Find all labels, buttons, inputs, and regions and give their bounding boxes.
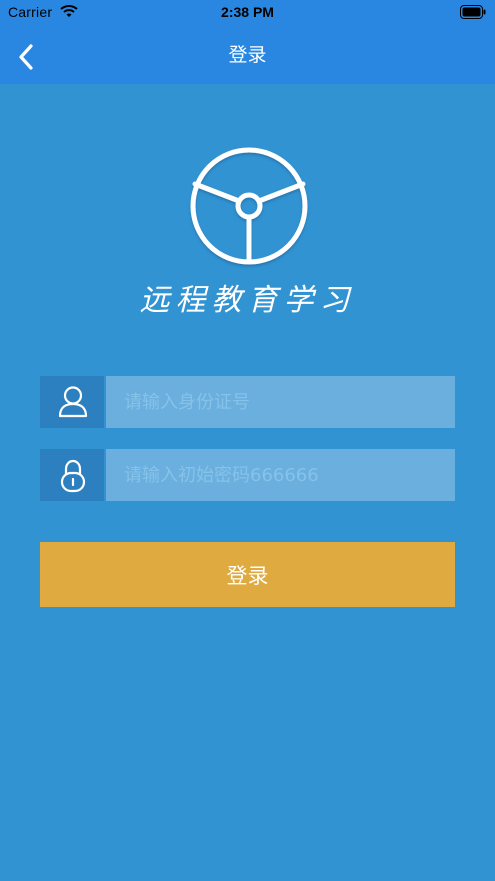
header: Carrier 2:38 PM 登录	[0, 0, 495, 84]
id-number-field	[40, 376, 455, 428]
battery-icon	[460, 5, 486, 19]
status-bar: Carrier 2:38 PM	[0, 0, 495, 26]
lock-icon-box	[40, 449, 104, 501]
page-title: 登录	[228, 44, 267, 66]
nav-bar: 登录	[0, 26, 495, 84]
status-time: 2:38 PM	[221, 4, 274, 20]
lock-icon	[60, 459, 86, 493]
app-name: 远程教育学习	[139, 283, 356, 318]
password-input[interactable]	[106, 449, 455, 501]
user-icon	[58, 386, 88, 418]
password-field	[40, 449, 455, 501]
user-icon-box	[40, 376, 104, 428]
login-button[interactable]: 登录	[40, 542, 455, 607]
steering-wheel-icon	[187, 146, 311, 270]
id-number-input[interactable]	[106, 376, 455, 428]
